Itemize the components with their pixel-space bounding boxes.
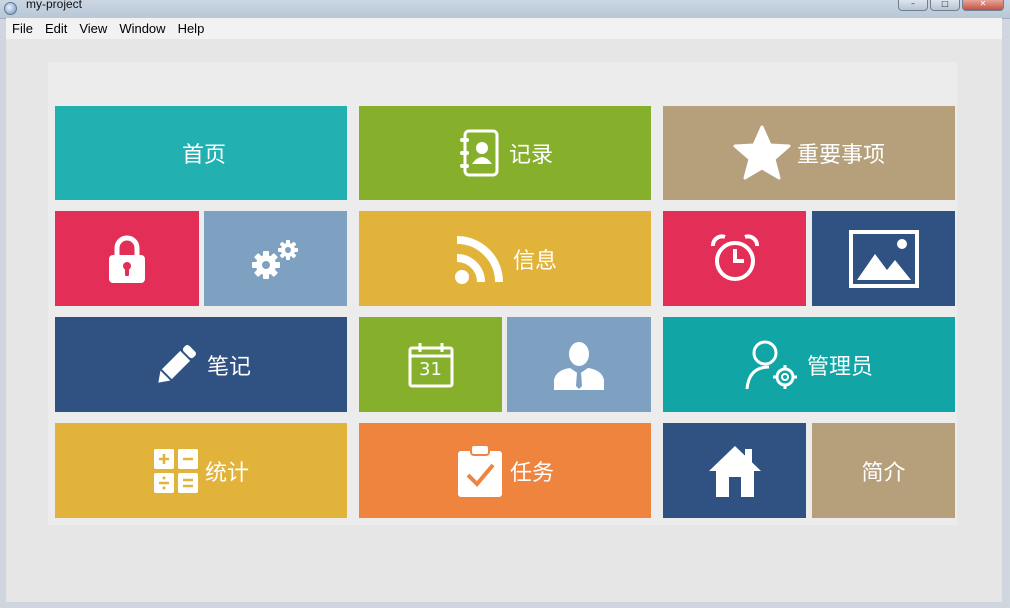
pencil-icon: [151, 340, 201, 390]
lock-icon: [107, 234, 147, 284]
tile-settings[interactable]: [204, 211, 347, 306]
house-icon: [707, 443, 763, 499]
menu-edit[interactable]: Edit: [39, 18, 73, 39]
menu-window[interactable]: Window: [113, 18, 171, 39]
tile-admin[interactable]: 管理员: [663, 317, 955, 412]
user-icon: [552, 340, 606, 390]
tile-calendar[interactable]: 31: [359, 317, 502, 412]
alarm-clock-icon: [710, 234, 760, 284]
calendar-day-number: 31: [419, 358, 442, 380]
calculator-icon: [153, 448, 199, 494]
tile-records[interactable]: 记录: [359, 106, 651, 200]
tile-home-label: 首页: [181, 143, 226, 168]
tile-admin-label: 管理员: [806, 354, 873, 380]
gears-icon: [248, 237, 304, 281]
tile-stats-label: 统计: [204, 460, 249, 486]
menu-view[interactable]: View: [73, 18, 113, 39]
menu-bar: File Edit View Window Help: [6, 18, 1002, 39]
tile-stats[interactable]: 统计: [55, 423, 347, 518]
tile-panel: 首页 记录 重要事项 信息 笔记 31 管理员 统计 任务 简介: [48, 62, 957, 525]
tile-about[interactable]: 简介: [812, 423, 955, 518]
tile-about-label: 简介: [861, 460, 906, 486]
window-controls: – □ ✕: [898, 0, 1004, 12]
address-book-icon: [457, 129, 503, 177]
tile-house[interactable]: [663, 423, 806, 518]
tile-important[interactable]: 重要事项: [663, 106, 955, 200]
tile-notes[interactable]: 笔记: [55, 317, 347, 412]
window-title-bar: my-project – □ ✕: [0, 0, 1010, 19]
tile-user[interactable]: [507, 317, 651, 412]
close-button[interactable]: ✕: [962, 0, 1004, 11]
tile-records-label: 记录: [508, 143, 553, 168]
menu-file[interactable]: File: [6, 18, 39, 39]
tile-gallery[interactable]: [812, 211, 955, 306]
tile-notes-label: 笔记: [206, 354, 251, 380]
tile-lock[interactable]: [55, 211, 199, 306]
user-settings-icon: [745, 339, 801, 391]
tile-info-label: 信息: [512, 248, 557, 274]
minimize-button[interactable]: –: [898, 0, 928, 11]
rss-icon: [453, 232, 507, 286]
tile-tasks[interactable]: 任务: [359, 423, 651, 518]
star-icon: [733, 125, 791, 181]
tile-home[interactable]: 首页: [55, 106, 347, 200]
app-icon: [4, 2, 17, 15]
tile-tasks-label: 任务: [509, 460, 554, 486]
menu-help[interactable]: Help: [172, 18, 211, 39]
window-title: my-project: [26, 0, 83, 11]
clipboard-check-icon: [456, 443, 504, 499]
calendar-icon: 31: [408, 342, 454, 388]
tile-info[interactable]: 信息: [359, 211, 651, 306]
picture-icon: [848, 229, 919, 288]
tile-important-label: 重要事项: [796, 143, 885, 168]
tile-alarm[interactable]: [663, 211, 806, 306]
maximize-button[interactable]: □: [930, 0, 960, 11]
